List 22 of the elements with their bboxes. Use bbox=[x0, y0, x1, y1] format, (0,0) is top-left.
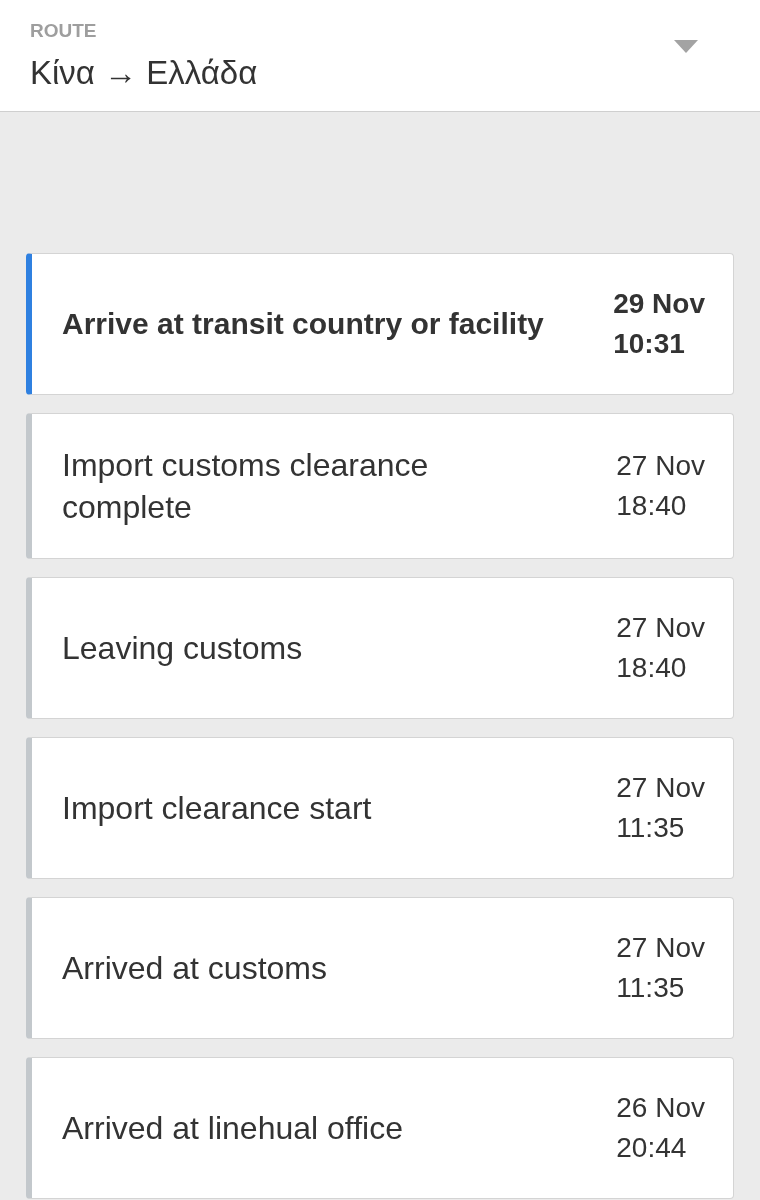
event-title: Arrived at customs bbox=[62, 949, 328, 988]
event-time: 18:40 bbox=[616, 651, 687, 685]
event-title: Import clearance start bbox=[62, 789, 373, 828]
event-time: 11:35 bbox=[616, 971, 685, 1005]
route-label: ROUTE bbox=[30, 19, 98, 43]
event-date: 27 Nov bbox=[616, 449, 705, 483]
event-title: Arrived at linehual office bbox=[62, 1109, 404, 1148]
route-value: Κίνα → Ελλάδα bbox=[30, 53, 258, 93]
event-date: 29 Nov bbox=[613, 287, 705, 321]
event-date: 26 Nov bbox=[616, 1091, 705, 1125]
event-time: 20:44 bbox=[616, 1131, 687, 1165]
event-title: Arrive at transit country or facility bbox=[62, 306, 545, 342]
event-time: 11:35 bbox=[616, 811, 685, 845]
event-date: 27 Nov bbox=[616, 771, 705, 805]
event-title: Import customs clearance complete bbox=[62, 446, 430, 527]
event-time: 10:31 bbox=[613, 327, 685, 361]
dropdown-caret-icon[interactable] bbox=[674, 40, 698, 53]
event-title: Leaving customs bbox=[62, 629, 304, 668]
event-date: 27 Nov bbox=[616, 931, 705, 965]
route-selector[interactable]: ROUTE Κίνα → Ελλάδα bbox=[0, 0, 760, 112]
event-date: 27 Nov bbox=[616, 611, 705, 645]
event-time: 18:40 bbox=[616, 489, 687, 523]
